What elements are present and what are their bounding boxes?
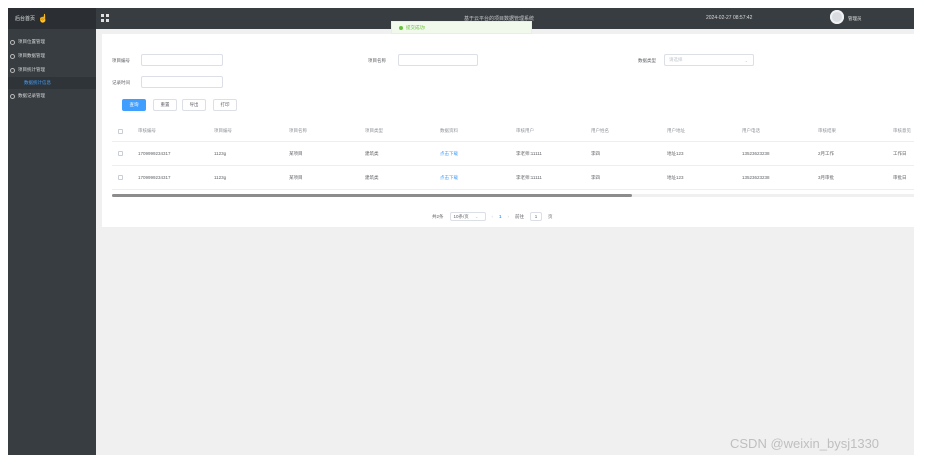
row-checkbox[interactable] <box>118 142 123 165</box>
col-header: 项目编号 <box>214 128 232 133</box>
page-unit: 页 <box>548 213 553 219</box>
type-label: 数据类型 <box>638 58 656 63</box>
pagination: 共2条 10条/页 ⌄ ‹ 1 › 前往 1 页 <box>432 212 553 221</box>
project-no-label: 项目编号 <box>112 58 130 63</box>
cell: 2月工作 <box>818 150 835 156</box>
type-select[interactable]: 请选择 ⌄ <box>664 54 754 66</box>
sidebar-item-project-data[interactable]: 项目数据管理 <box>8 49 96 63</box>
chevron-down-icon: ⌄ <box>474 213 479 219</box>
chevron-down-icon: ⌄ <box>744 58 748 63</box>
app-window: 后台首页 ☝ 项目位置管理 项目数据管理 项目统计管理 数据统计信息 数据记录管… <box>8 8 914 455</box>
cell: 建筑类 <box>365 150 379 156</box>
col-header: 项目名称 <box>289 128 307 133</box>
main-content: 项目编号 项目名称 数据类型 请选择 ⌄ 记录时间 查询 重置 导出 打印 审核… <box>102 34 914 227</box>
select-all-checkbox[interactable] <box>118 121 123 141</box>
menu-circle-icon <box>10 53 15 59</box>
grid-menu-icon[interactable] <box>101 14 109 22</box>
table-header: 审核编号 项目编号 项目名称 项目类型 数据资料 审核用户 用户姓名 用户地址 … <box>112 121 914 142</box>
col-header: 审核用户 <box>516 128 534 133</box>
menu-circle-icon <box>10 67 15 73</box>
search-button[interactable]: 查询 <box>122 99 146 111</box>
export-button[interactable]: 导出 <box>182 99 206 111</box>
sidebar-item-label: 数据记录管理 <box>18 93 45 98</box>
sidebar-item-project-location[interactable]: 项目位置管理 <box>8 35 96 49</box>
toast-text: 提交成功! <box>406 24 426 30</box>
type-placeholder: 请选择 <box>669 57 683 62</box>
sidebar-item-label: 项目位置管理 <box>18 39 45 44</box>
sidebar-subitem-active[interactable]: 数据统计信息 <box>8 77 96 89</box>
page-size-select[interactable]: 10条/页 ⌄ <box>449 212 486 221</box>
current-datetime: 2024-02-27 08:57:42 <box>706 15 753 21</box>
username[interactable]: 管理员 <box>848 16 862 22</box>
cell: 地址123 <box>667 150 684 156</box>
col-header: 数据资料 <box>440 128 458 133</box>
current-page[interactable]: 1 <box>499 214 502 219</box>
sidebar-item-label: 项目数据管理 <box>18 53 45 58</box>
project-no-input[interactable] <box>141 54 223 66</box>
cell: 地址123 <box>667 174 684 180</box>
watermark: CSDN @weixin_bysj1330 <box>730 436 880 451</box>
cell: 某项目 <box>289 150 303 156</box>
success-check-icon <box>399 25 403 30</box>
table-row[interactable]: 1709999234317 1123g 某项目 建筑类 点击下载 李老师:111… <box>112 166 914 190</box>
cell: 1123g <box>214 175 227 180</box>
project-name-label: 项目名称 <box>368 58 386 63</box>
menu-circle-icon <box>10 93 15 99</box>
sidebar-brand-home[interactable]: 后台首页 ☝ <box>8 8 96 29</box>
col-header: 审核结果 <box>818 128 836 133</box>
menu-circle-icon <box>10 39 15 45</box>
cell: 工作日 <box>893 150 907 156</box>
col-header: 用户姓名 <box>591 128 609 133</box>
sidebar-item-label: 项目统计管理 <box>18 67 45 72</box>
cell: 某项目 <box>289 174 303 180</box>
record-no-input[interactable] <box>141 76 223 88</box>
cell: 1709999234317 <box>138 151 171 156</box>
prev-page-icon[interactable]: ‹ <box>492 214 494 219</box>
col-header: 审核编号 <box>138 128 156 133</box>
row-checkbox[interactable] <box>118 166 123 189</box>
cell: 李老师:11111 <box>516 150 542 156</box>
project-name-input[interactable] <box>398 54 478 66</box>
cell: 1709999234317 <box>138 175 171 180</box>
col-header: 项目类型 <box>365 128 383 133</box>
print-button[interactable]: 打印 <box>213 99 237 111</box>
goto-page-input[interactable]: 1 <box>530 212 543 221</box>
goto-value: 1 <box>534 214 538 219</box>
brand-label: 后台首页 <box>15 16 36 22</box>
horizontal-scrollbar[interactable] <box>112 194 914 197</box>
cell: 李四 <box>591 150 600 156</box>
cell: 1123g <box>214 151 227 156</box>
page-size-value: 10条/页 <box>453 213 469 219</box>
col-header: 用户地址 <box>667 128 685 133</box>
download-link[interactable]: 点击下载 <box>440 166 458 189</box>
total-count: 共2条 <box>432 213 444 219</box>
cell: 13523623238 <box>742 151 770 156</box>
cell: 李四 <box>591 174 600 180</box>
scrollbar-thumb[interactable] <box>112 194 632 197</box>
col-header: 审核意见 <box>893 128 911 133</box>
cell: 李老师:11111 <box>516 174 542 180</box>
cell: 建筑类 <box>365 174 379 180</box>
cell: 13523623238 <box>742 175 770 180</box>
goto-label: 前往 <box>515 213 525 219</box>
sidebar-item-project-stats[interactable]: 项目统计管理 <box>8 63 96 77</box>
cell: 审批日 <box>893 174 907 180</box>
reset-button[interactable]: 重置 <box>153 99 177 111</box>
sidebar-subitem-label: 数据统计信息 <box>24 80 51 85</box>
sidebar: 后台首页 ☝ 项目位置管理 项目数据管理 项目统计管理 数据统计信息 数据记录管… <box>8 8 96 455</box>
download-link[interactable]: 点击下载 <box>440 142 458 165</box>
next-page-icon[interactable]: › <box>508 214 510 219</box>
record-no-label: 记录时间 <box>112 80 130 85</box>
avatar[interactable] <box>830 10 844 24</box>
col-header: 用户电话 <box>742 128 760 133</box>
cell: 3月审批 <box>818 174 835 180</box>
table-row[interactable]: 1709999234317 1123g 某项目 建筑类 点击下载 李老师:111… <box>112 142 914 166</box>
sidebar-item-data-records[interactable]: 数据记录管理 <box>8 89 96 103</box>
hand-cursor-icon: ☝ <box>38 13 48 23</box>
success-toast: 提交成功! <box>391 21 532 34</box>
